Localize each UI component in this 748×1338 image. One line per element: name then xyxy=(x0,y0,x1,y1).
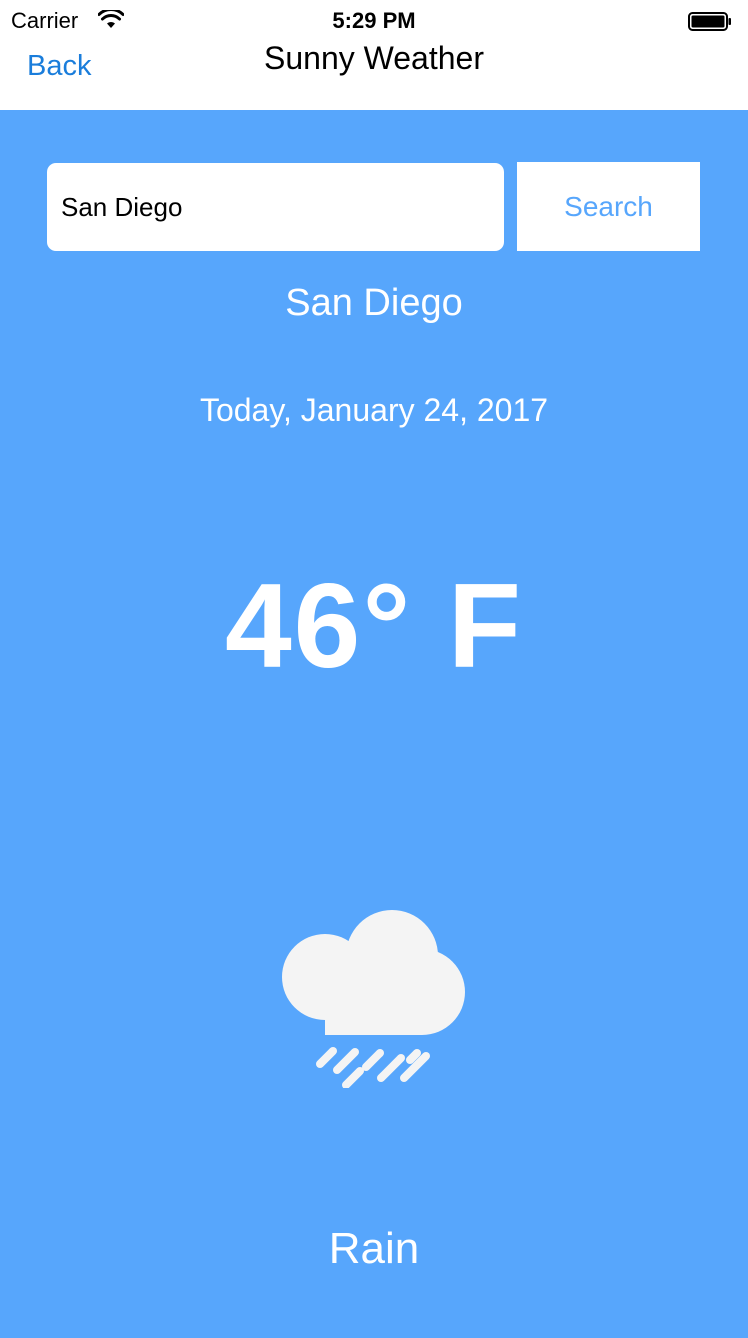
rain-cloud-icon xyxy=(282,910,465,1088)
date-label: Today, January 24, 2017 xyxy=(199,392,549,428)
status-time: 5:29 PM xyxy=(332,8,416,33)
condition-label: Rain xyxy=(328,1224,420,1273)
status-bar: Carrier 5:29 PM xyxy=(0,0,748,42)
temperature-label: 46° F xyxy=(224,559,524,693)
navigation-bar: Back Sunny Weather xyxy=(0,40,748,110)
weather-panel: Search San Diego Today, January 24, 2017… xyxy=(0,110,748,1338)
nav-title: Sunny Weather xyxy=(264,40,484,76)
battery-icon xyxy=(688,12,731,31)
city-label: San Diego xyxy=(285,282,463,324)
search-input[interactable] xyxy=(47,163,504,251)
search-button[interactable]: Search xyxy=(517,162,700,251)
